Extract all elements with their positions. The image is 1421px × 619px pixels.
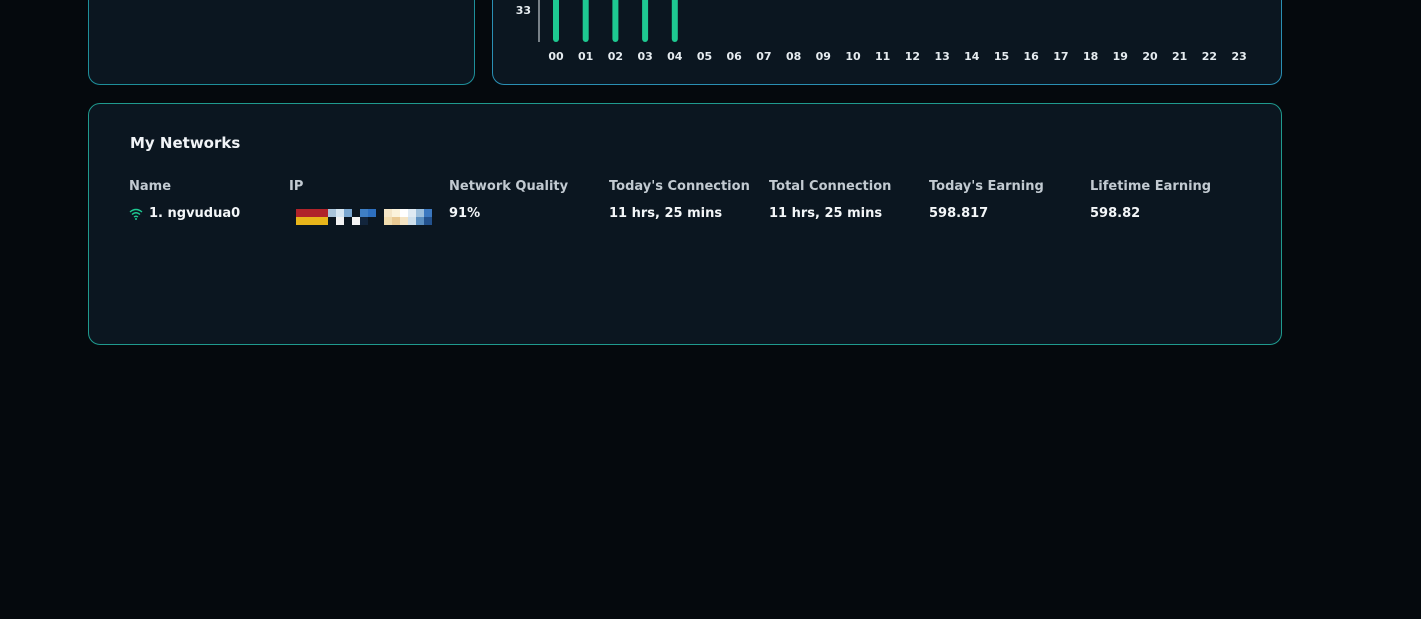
todays-earning-value: 598.817 [929,206,989,221]
bar-01[interactable] [582,0,589,42]
wifi-icon [129,208,143,220]
bar-04[interactable] [671,0,678,42]
bar-03[interactable] [642,0,649,42]
x-tick-label-10: 10 [845,50,861,63]
x-tick-label-07: 07 [756,50,771,63]
x-ticks-group: 00 01 02 03 04 05 06 07 08 09 10 11 12 13 14 15 16 17 18 19… [548,50,1246,63]
x-tick-label-22: 22 [1202,50,1217,63]
column-header-name: Name [129,179,172,194]
x-tick-label-05: 05 [697,50,712,63]
x-tick-label-21: 21 [1172,50,1187,63]
x-tick-label-09: 09 [816,50,831,63]
my-networks-panel: My Networks Name IP Network Quality Toda… [88,103,1282,345]
column-header-ip: IP [289,179,304,194]
stats-panel [88,0,475,85]
x-tick-label-17: 17 [1053,50,1068,63]
ip-redacted [296,209,432,225]
column-header-network-quality: Network Quality [449,179,569,194]
bar-02[interactable] [612,0,619,42]
x-tick-label-13: 13 [934,50,949,63]
x-tick-label-23: 23 [1231,50,1246,63]
x-tick-label-18: 18 [1083,50,1098,63]
network-quality-value: 91% [449,206,481,221]
column-header-total-connection: Total Connection [769,179,892,194]
column-header-todays-earning: Today's Earning [929,179,1044,194]
hourly-chart-panel: 33 00 01 02 03 04 05 06 07 08 09 10 11 12 13 14 15 16 17 1… [492,0,1282,85]
todays-connection-value: 11 hrs, 25 mins [609,206,723,221]
x-tick-label-04: 04 [667,50,683,63]
total-connection-value: 11 hrs, 25 mins [769,206,883,221]
x-tick-label-00: 00 [548,50,564,63]
x-tick-label-16: 16 [1024,50,1040,63]
column-header-todays-connection: Today's Connection [609,179,750,194]
panel-title: My Networks [130,134,241,152]
bar-00[interactable] [553,0,559,42]
x-tick-label-12: 12 [905,50,920,63]
x-tick-label-14: 14 [964,50,980,63]
x-tick-label-11: 11 [875,50,890,63]
bars-group [553,0,678,42]
lifetime-earning-value: 598.82 [1090,206,1141,221]
x-tick-label-03: 03 [637,50,652,63]
x-tick-label-01: 01 [578,50,593,63]
x-tick-label-06: 06 [727,50,743,63]
hourly-bar-chart: 33 00 01 02 03 04 05 06 07 08 09 10 11 12 13 14 15 16 17 1… [516,0,1247,63]
column-header-lifetime-earning: Lifetime Earning [1090,179,1212,194]
x-tick-label-19: 19 [1113,50,1128,63]
x-tick-label-02: 02 [608,50,623,63]
x-tick-label-20: 20 [1142,50,1158,63]
y-tick-label: 33 [516,4,531,17]
x-tick-label-08: 08 [786,50,801,63]
x-tick-label-15: 15 [994,50,1009,63]
network-name[interactable]: 1. ngvudua0 [149,206,240,221]
